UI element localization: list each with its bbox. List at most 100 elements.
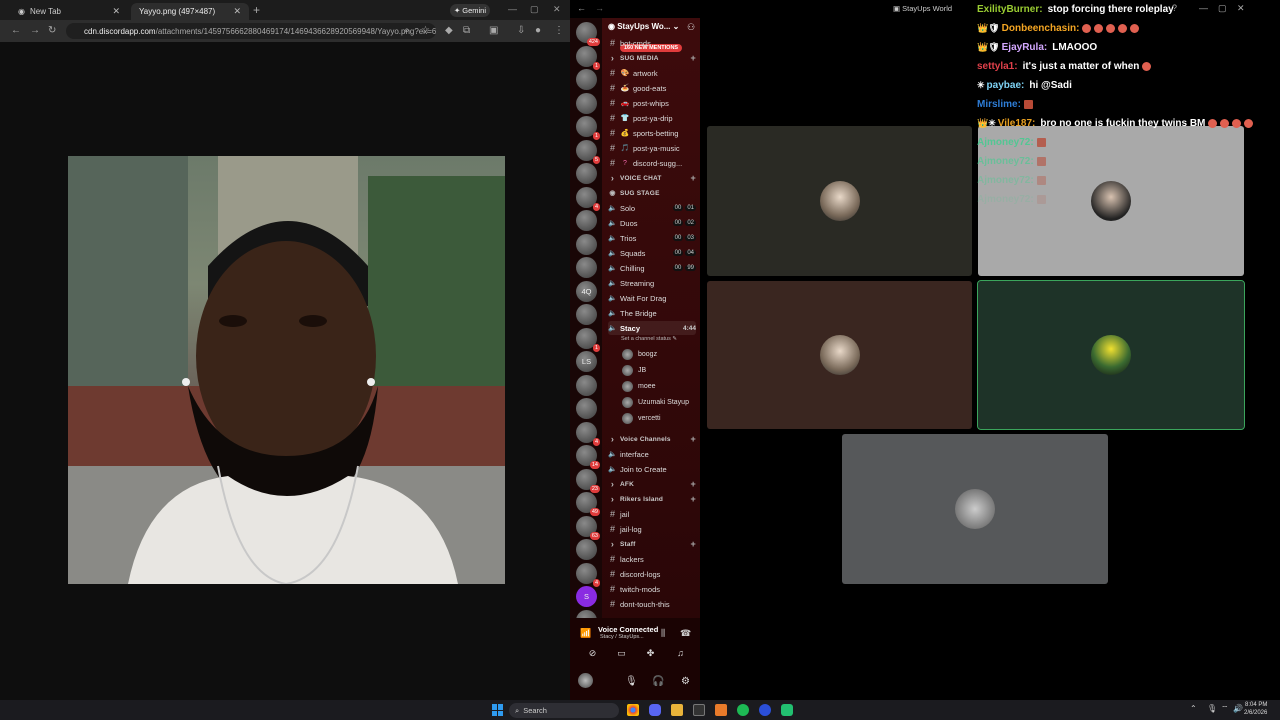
minimize-icon[interactable]: — [1199,3,1208,13]
channel-jail[interactable]: # jail [608,507,696,521]
channel-artwork[interactable]: # 🎨 artwork [608,66,696,80]
channel-wait-for-drag[interactable]: 🔈 Wait For Drag [608,291,696,305]
address-bar[interactable]: cdn.discordapp.com/attachments/145975666… [66,23,436,39]
tray-mic-icon[interactable]: 🎙 [1207,704,1217,713]
noise-suppression-icon[interactable]: ⫼ [661,628,665,639]
server-icon[interactable] [576,398,597,419]
voice-user[interactable]: JB [622,363,646,377]
gemini-button[interactable]: ✦ Gemini [450,4,490,17]
channel-post-whips[interactable]: # 🚗 post-whips [608,96,696,110]
channel-bot-cmds[interactable]: # bot-cmds [608,36,696,50]
channel-join-to-create[interactable]: 🔈 Join to Create [608,462,696,476]
channel-post-ya-music[interactable]: # 🎵 post-ya-music [608,141,696,155]
voice-user[interactable]: moee [622,379,656,393]
server-icon[interactable] [576,210,597,231]
forward-icon[interactable]: → [595,3,604,13]
extension-icon[interactable]: ◆ [445,25,453,36]
server-icon[interactable] [576,304,597,325]
server-icon[interactable]: 63 [576,515,600,540]
add-channel-icon[interactable]: + [691,539,696,549]
server-icon[interactable] [576,374,597,396]
close-icon[interactable]: ✕ [112,6,120,17]
channel-streaming[interactable]: 🔈 Streaming [608,276,696,290]
server-icon[interactable]: 424 [576,22,600,46]
close-window-icon[interactable]: ✕ [1237,3,1245,14]
add-channel-icon[interactable]: + [691,494,696,504]
add-channel-icon[interactable]: + [691,173,696,183]
server-icon[interactable] [576,233,597,255]
app-icon[interactable] [715,704,727,716]
app-icon[interactable] [781,704,793,716]
server-icon[interactable]: 1 [576,327,600,352]
channel-jail-log[interactable]: # jail-log [608,522,696,536]
wifi-icon[interactable]: ⌔ [1221,704,1229,714]
server-icon[interactable]: LS [576,351,597,372]
channel-good-eats[interactable]: # 🍝 good-eats [608,81,696,95]
windows-start-icon[interactable] [492,704,504,716]
channel-sug-stage[interactable]: ◉ SUG STAGE [608,186,696,200]
voice-user[interactable]: boogz [622,347,657,361]
server-icon[interactable] [576,539,597,560]
channel-twitch-mods[interactable]: # twitch-mods [608,582,696,596]
taskbar-search[interactable]: ⌕ Search [509,703,619,718]
channel-duos[interactable]: 🔈 Duos 00 02 [608,216,696,230]
downloads-icon[interactable]: ⇩ [517,25,525,36]
menu-kebab-icon[interactable]: ⋮ [554,25,564,36]
channel-chilling[interactable]: 🔈 Chilling 00 99 [608,261,696,275]
reload-icon[interactable]: ↻ [48,25,56,36]
server-icon[interactable]: 23 [576,468,600,493]
disconnect-icon[interactable]: ☎ [680,628,691,639]
tray-chevron-icon[interactable]: ⌃ [1190,704,1197,713]
zoom-icon[interactable]: ⌕ [404,25,410,36]
server-icon[interactable]: 5 [576,139,600,164]
add-channel-icon[interactable]: + [691,479,696,489]
channel-interface[interactable]: 🔈 interface [608,447,696,461]
channel-status[interactable]: Set a channel status ✎ [621,336,677,342]
server-icon[interactable] [576,163,597,184]
add-channel-icon[interactable]: + [691,53,696,63]
maximize-icon[interactable]: ▢ [530,4,539,15]
server-icon[interactable]: 1 [576,45,600,70]
server-icon[interactable]: 4Q [576,280,597,302]
channel-the-bridge[interactable]: 🔈 The Bridge [608,306,696,320]
mic-icon[interactable]: 🎙 [625,676,638,687]
server-icon[interactable] [576,92,597,114]
server-icon[interactable]: S [576,586,597,607]
channel-dont-touch-this[interactable]: # dont-touch-this [608,597,696,611]
user-avatar[interactable] [578,673,593,688]
file-explorer-icon[interactable] [671,704,683,716]
camera-off-icon[interactable]: ⊘ [583,648,602,662]
spotify-icon[interactable] [737,704,749,716]
sidepanel-icon[interactable]: ▣ [489,25,498,36]
bookmark-star-icon[interactable]: ☆ [421,25,430,36]
back-icon[interactable]: ← [11,25,21,36]
channel-post-ya-drip[interactable]: # 👕 post-ya-drip [608,111,696,125]
voice-user[interactable]: vercetti [622,411,661,425]
server-icon[interactable]: 1 [576,116,600,140]
terminal-icon[interactable] [693,704,705,716]
channel-discord-logs[interactable]: # discord-logs [608,567,696,581]
screen-share-icon[interactable]: ▭ [612,648,631,662]
headphones-icon[interactable]: 🎧 [652,676,664,687]
channel-lackers[interactable]: # lackers [608,552,696,566]
server-icon[interactable]: 14 [576,445,600,469]
channel-discord-sugg-[interactable]: #? discord-sugg... [608,156,696,170]
voice-location[interactable]: Stacy / StayUps... [600,634,644,640]
puzzle-icon[interactable]: ⧉ [463,25,470,36]
participant-tile[interactable] [842,434,1108,584]
volume-icon[interactable]: 🔊 [1233,704,1243,713]
channel-squads[interactable]: 🔈 Squads 00 04 [608,246,696,260]
server-icon[interactable]: 49 [576,492,600,516]
app-icon[interactable] [759,704,771,716]
close-window-icon[interactable]: ✕ [553,4,561,15]
activities-icon[interactable]: ✤ [641,648,660,662]
server-icon[interactable]: 4 [576,562,600,587]
server-icon[interactable] [576,257,597,278]
server-header[interactable]: ◉ StayUps Wo... ⌄ [608,22,679,31]
channel-sports-betting[interactable]: # 💰 sports-betting [608,126,696,140]
channel-trios[interactable]: 🔈 Trios 00 03 [608,231,696,245]
server-icon[interactable] [576,69,597,90]
tab-new-tab[interactable]: ◉ New Tab ✕ [10,3,128,20]
tab-image[interactable]: Yayyo.png (497×487) ✕ [131,3,249,20]
system-clock[interactable]: 8:04 PM 2/6/2026 [1244,701,1267,717]
